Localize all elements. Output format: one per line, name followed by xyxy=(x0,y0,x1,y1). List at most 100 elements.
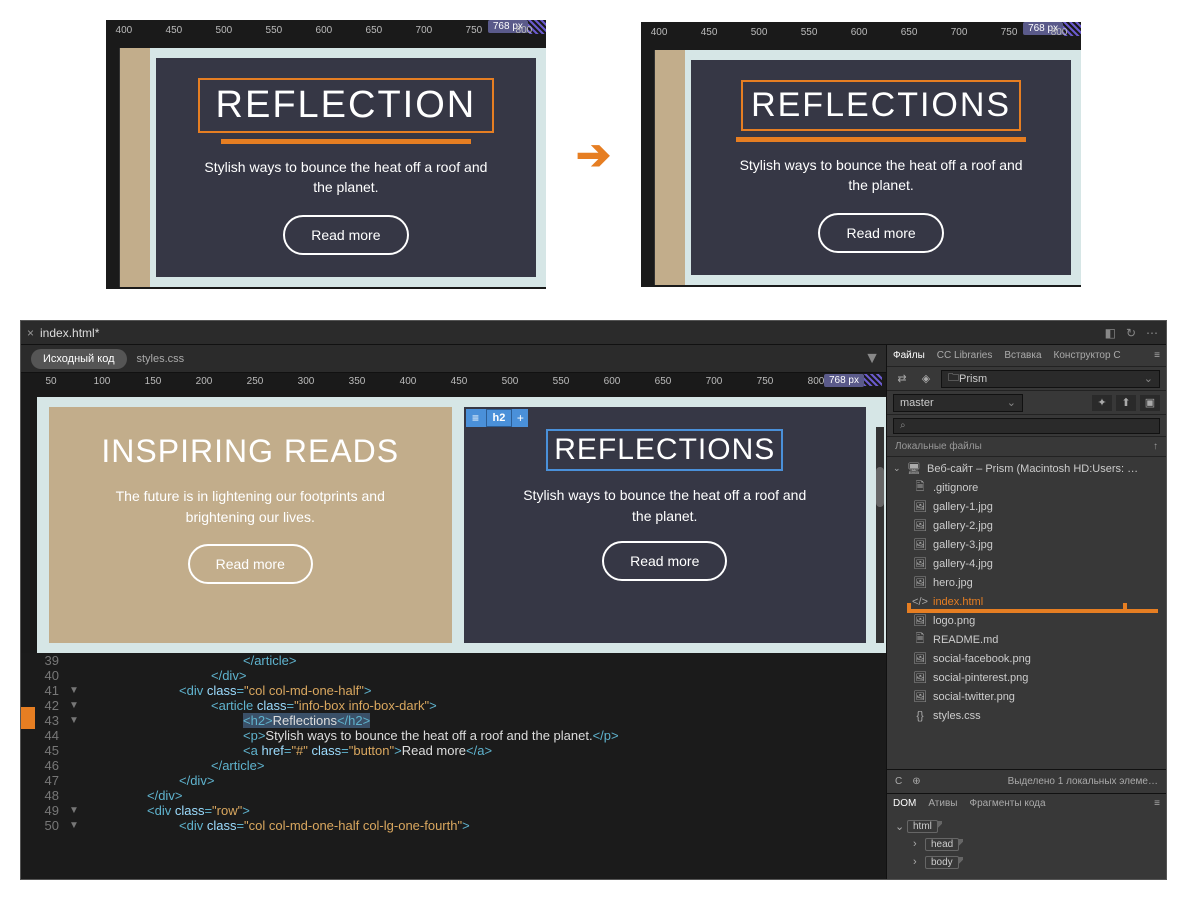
toolbar-icon[interactable]: ⋯ xyxy=(1146,326,1158,340)
live-canvas[interactable]: INSPIRING READS The future is in lighten… xyxy=(21,397,886,653)
toolbar-icon[interactable]: ↻ xyxy=(1126,326,1136,340)
ftp-icon[interactable]: ⇄ xyxy=(893,371,911,387)
read-more-button[interactable]: Read more xyxy=(188,544,313,584)
code-line[interactable]: 49▼<div class="row"> xyxy=(21,803,886,818)
dom-tree[interactable]: ⌄html ›head ›body xyxy=(887,813,1166,879)
ruler-chevrons-icon xyxy=(864,374,882,386)
file-item[interactable]: 🖼social-facebook.png xyxy=(887,649,1166,668)
file-item[interactable]: 🖼gallery-1.jpg xyxy=(887,497,1166,516)
code-line[interactable]: 39</article> xyxy=(21,653,886,668)
ruler-label: 700 xyxy=(951,27,968,38)
code-line[interactable]: 45<a href="#" class="button">Read more</… xyxy=(21,743,886,758)
file-item[interactable]: 🖼gallery-4.jpg xyxy=(887,554,1166,573)
reflections-card[interactable]: ≡ h2 + REFLECTIONS Stylish ways to bounc… xyxy=(464,407,867,643)
dom-node[interactable]: head xyxy=(925,838,959,851)
code-line[interactable]: 48</div> xyxy=(21,788,886,803)
file-item[interactable]: 🖼logo.png xyxy=(887,611,1166,630)
tab-name[interactable]: index.html* xyxy=(40,326,99,340)
code-line[interactable]: 40</div> xyxy=(21,668,886,683)
toolbar-right: ◧ ↻ ⋯ xyxy=(1105,326,1166,340)
file-item[interactable]: 🖼 social-twitter.png xyxy=(887,687,1166,706)
width-badge: 768 px xyxy=(824,374,864,387)
twisty-icon[interactable]: ⌄ xyxy=(893,463,905,474)
snippets-tab[interactable]: Фрагменты кода xyxy=(969,798,1045,809)
tree-header: Локальные файлы ↑ xyxy=(887,437,1166,457)
file-item[interactable]: 🖼hero.jpg xyxy=(887,573,1166,592)
file-item[interactable]: 🖼gallery-3.jpg xyxy=(887,535,1166,554)
panel-tab-constructor[interactable]: Конструктор C xyxy=(1054,350,1121,361)
tab-source-code[interactable]: Исходный код xyxy=(31,349,127,369)
refresh-icon[interactable]: C xyxy=(895,776,902,787)
card-blurb: Stylish ways to bounce the heat off a ro… xyxy=(196,158,496,197)
preview-before: 768 px 400450500550600650700750800 REFLE… xyxy=(106,20,546,289)
sort-arrow-icon[interactable]: ↑ xyxy=(1153,441,1158,452)
panel-tab-files[interactable]: Файлы xyxy=(893,350,925,361)
search-input[interactable]: ⌕ xyxy=(893,418,1160,434)
inspiring-reads-card[interactable]: INSPIRING READS The future is in lighten… xyxy=(49,407,452,643)
scrollbar-thumb[interactable] xyxy=(876,467,884,507)
sync-icon[interactable]: ◈ xyxy=(917,371,935,387)
code-line[interactable]: 47</div> xyxy=(21,773,886,788)
code-line[interactable]: 41▼<div class="col col-md-one-half"> xyxy=(21,683,886,698)
dom-node[interactable]: html xyxy=(907,820,938,833)
read-more-button[interactable]: Read more xyxy=(602,541,727,581)
file-item[interactable]: 🗎.gitignore xyxy=(887,478,1166,497)
element-tag[interactable]: h2 xyxy=(486,409,513,427)
tab-styles[interactable]: styles.css xyxy=(137,353,185,365)
panel-menu-icon[interactable]: ≡ xyxy=(1154,350,1160,361)
code-line[interactable]: 42▼<article class="info-box info-box-dar… xyxy=(21,698,886,713)
file-search: ⌕ xyxy=(887,415,1166,437)
ruler-label: 800 xyxy=(1051,27,1068,38)
img-icon: 🖼 xyxy=(911,690,929,703)
site-select[interactable]: 🗀 Prism⌄ xyxy=(941,370,1160,388)
preview-after: 768 px 400450500550600650700750800 REFLE… xyxy=(641,22,1081,287)
file-item[interactable]: </>index.html xyxy=(887,592,1166,611)
dom-tab[interactable]: DOM xyxy=(893,798,916,809)
git-push-icon[interactable]: ⬆ xyxy=(1116,395,1136,411)
read-more-button[interactable]: Read more xyxy=(818,213,943,253)
ruler-label: 400 xyxy=(400,376,417,387)
code-line[interactable]: 46</article> xyxy=(21,758,886,773)
file-item[interactable]: 🗎README.md xyxy=(887,630,1166,649)
element-badge[interactable]: ≡ h2 + xyxy=(466,409,529,427)
live-view: 768 px 501001502002503003504004505005506… xyxy=(21,373,886,653)
ruler-label: 250 xyxy=(247,376,264,387)
tab-close-icon[interactable]: × xyxy=(27,326,34,340)
panel-tab-cc[interactable]: CC Libraries xyxy=(937,350,993,361)
code-editor[interactable]: 39</article>40</div>41▼<div class="col c… xyxy=(21,653,886,879)
dark-card: REFLECTION Stylish ways to bounce the he… xyxy=(156,58,536,277)
filter-icon[interactable]: ▼ xyxy=(864,350,880,368)
collapse-icon[interactable]: ⊕ xyxy=(912,776,920,787)
file-tree[interactable]: ⌄ 🖥 Веб-сайт – Prism (Macintosh HD:Users… xyxy=(887,457,1166,769)
git-terminal-icon[interactable]: ▣ xyxy=(1140,395,1160,411)
panel-toolbar: ⇄ ◈ 🗀 Prism⌄ xyxy=(887,367,1166,391)
ruler-label: 750 xyxy=(1001,27,1018,38)
code-line[interactable]: 44<p>Stylish ways to bounce the heat off… xyxy=(21,728,886,743)
file-item[interactable]: 🖼gallery-2.jpg xyxy=(887,516,1166,535)
branch-select[interactable]: master⌄ xyxy=(893,394,1023,412)
document-tabs: × index.html* ◧ ↻ ⋯ xyxy=(21,321,1166,345)
hamburger-icon[interactable]: ≡ xyxy=(466,409,486,427)
assets-tab[interactable]: Ативы xyxy=(928,798,957,809)
file-item[interactable]: 🖼social-pinterest.png xyxy=(887,668,1166,687)
git-commit-icon[interactable]: ✦ xyxy=(1092,395,1112,411)
code-line[interactable]: 50▼<div class="col col-md-one-half col-l… xyxy=(21,818,886,833)
code-icon: </> xyxy=(911,596,929,608)
dom-node[interactable]: body xyxy=(925,856,959,869)
plus-icon[interactable]: + xyxy=(512,409,528,427)
toolbar-icon[interactable]: ◧ xyxy=(1105,326,1116,340)
ruler-left xyxy=(106,48,120,287)
tree-root[interactable]: ⌄ 🖥 Веб-сайт – Prism (Macintosh HD:Users… xyxy=(887,459,1166,478)
panel-tab-insert[interactable]: Вставка xyxy=(1004,350,1041,361)
file-name: gallery-3.jpg xyxy=(933,539,993,551)
gutter-marker xyxy=(21,707,35,729)
selected-heading[interactable]: REFLECTIONS xyxy=(546,429,783,471)
panel-menu-icon[interactable]: ≡ xyxy=(1154,798,1160,809)
file-name: gallery-4.jpg xyxy=(933,558,993,570)
file-name: social-twitter.png xyxy=(933,691,1015,703)
file-item[interactable]: {}styles.css xyxy=(887,706,1166,725)
ruler-label: 750 xyxy=(466,25,483,36)
code-line[interactable]: 43▼<h2>Reflections</h2> xyxy=(21,713,886,728)
read-more-button[interactable]: Read more xyxy=(283,215,408,255)
scrollbar[interactable] xyxy=(876,427,884,643)
